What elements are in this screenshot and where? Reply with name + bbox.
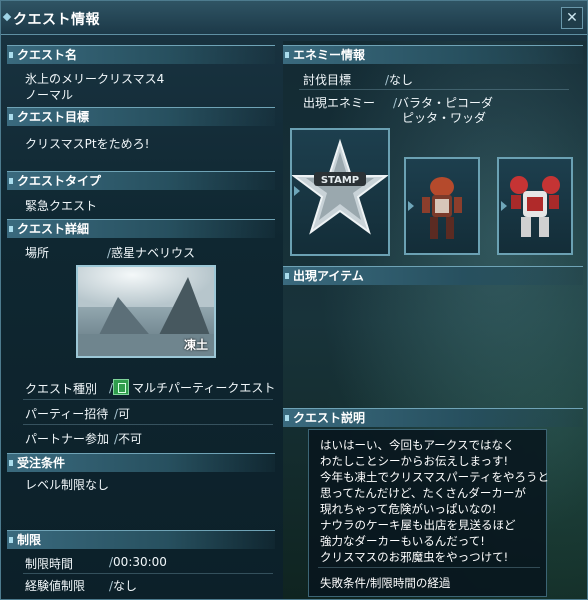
party-invite-label: パーティー招待 xyxy=(25,407,109,421)
divider xyxy=(23,399,273,400)
enemy-card-2[interactable] xyxy=(497,157,573,255)
divider xyxy=(318,567,540,568)
location-value-wrap: /惑星ナベリウス xyxy=(107,246,196,260)
partner-value: 不可 xyxy=(118,432,143,446)
close-button[interactable]: ✕ xyxy=(561,7,583,29)
window-title: クエスト情報 xyxy=(13,12,100,28)
quest-goal-header: クエスト目標 xyxy=(7,107,275,126)
enemy-info-header: エネミー情報 xyxy=(283,45,583,64)
quest-info-window: クエスト情報 ✕ クエスト名 氷上のメリークリスマス4 ノーマル クエスト目標 … xyxy=(0,0,588,600)
description-line: ナウラのケーキ屋も出店を見送るほど xyxy=(320,518,516,532)
quest-name-header: クエスト名 xyxy=(7,45,275,64)
title-diamond-icon xyxy=(2,12,12,22)
area-label: 凍土 xyxy=(183,338,208,352)
description-line: わたしことシーからお伝えしまっす! xyxy=(320,454,509,468)
title-bar: クエスト情報 ✕ xyxy=(1,1,587,35)
enemy-card-1[interactable] xyxy=(404,157,480,255)
quest-type-value: 緊急クエスト xyxy=(25,199,98,213)
divider xyxy=(299,89,569,90)
divider xyxy=(23,573,273,574)
quest-name: 氷上のメリークリスマス4 xyxy=(25,72,165,86)
requirements-header: 受注条件 xyxy=(7,453,275,472)
quest-kind-value-wrap: / マルチパーティークエスト xyxy=(109,379,276,395)
items-header: 出現アイテム xyxy=(283,266,583,285)
quest-detail-header: クエスト詳細 xyxy=(7,219,275,238)
enemy-2-portrait-icon xyxy=(510,176,560,237)
description-line: クリスマスのお邪魔虫をやっつけて! xyxy=(320,550,509,564)
quest-difficulty: ノーマル xyxy=(25,88,74,102)
target-value-wrap: /なし xyxy=(385,73,414,87)
exp-limit-value-wrap: /なし xyxy=(109,579,138,593)
enemy-1: バラタ・ピコーダ xyxy=(397,96,494,110)
multi-party-icon xyxy=(113,379,130,395)
description-line: 現れちゃって危険がいっぱいなの! xyxy=(320,502,497,516)
partner-label: パートナー参加 xyxy=(25,432,110,446)
target-label: 討伐目標 xyxy=(303,73,352,87)
party-invite-value: 可 xyxy=(118,407,131,421)
quest-type-header: クエストタイプ xyxy=(7,171,275,190)
description-line: はいはーい、今回もアークスではなく xyxy=(320,438,515,452)
description-line: 思ってたんだけど、たくさんダーカーが xyxy=(320,486,526,500)
exp-limit-value: なし xyxy=(113,579,138,593)
quest-goal-value: クリスマスPtをためろ! xyxy=(25,137,150,151)
divider xyxy=(23,424,273,425)
time-limit-value: 00:30:00 xyxy=(113,555,167,569)
time-limit-value-wrap: /00:30:00 xyxy=(109,555,167,569)
partner-value-wrap: /不可 xyxy=(114,432,143,446)
quest-kind-label: クエスト種別 xyxy=(25,382,98,396)
target-value: なし xyxy=(389,73,414,87)
emblem-text: STAMP xyxy=(321,175,359,186)
time-limit-label: 制限時間 xyxy=(25,557,74,571)
appear-enemy-label: 出現エネミー xyxy=(303,96,376,110)
enemy-1-portrait-icon xyxy=(422,177,462,239)
fail-condition: 失敗条件/制限時間の経過 xyxy=(320,576,451,590)
description-header: クエスト説明 xyxy=(283,408,583,427)
description-line: 強力なダーカーもいるんだって! xyxy=(320,534,485,548)
location-value: 惑星ナベリウス xyxy=(111,246,196,260)
quest-kind-value: マルチパーティークエスト xyxy=(132,381,276,395)
party-invite-value-wrap: /可 xyxy=(114,407,131,421)
enemy-card-emblem[interactable]: STAMP xyxy=(290,128,390,256)
requirements-value: レベル制限なし xyxy=(25,478,110,492)
location-label: 場所 xyxy=(25,246,50,260)
exp-limit-label: 経験値制限 xyxy=(25,579,86,593)
area-thumbnail: 凍土 xyxy=(76,265,216,358)
description-line: 今年も凍土でクリスマスパーティをやろうと xyxy=(320,470,549,484)
limits-header: 制限 xyxy=(7,530,275,549)
enemy-2: ピッタ・ワッダ xyxy=(402,111,487,125)
star-emblem-icon: STAMP xyxy=(291,138,389,235)
